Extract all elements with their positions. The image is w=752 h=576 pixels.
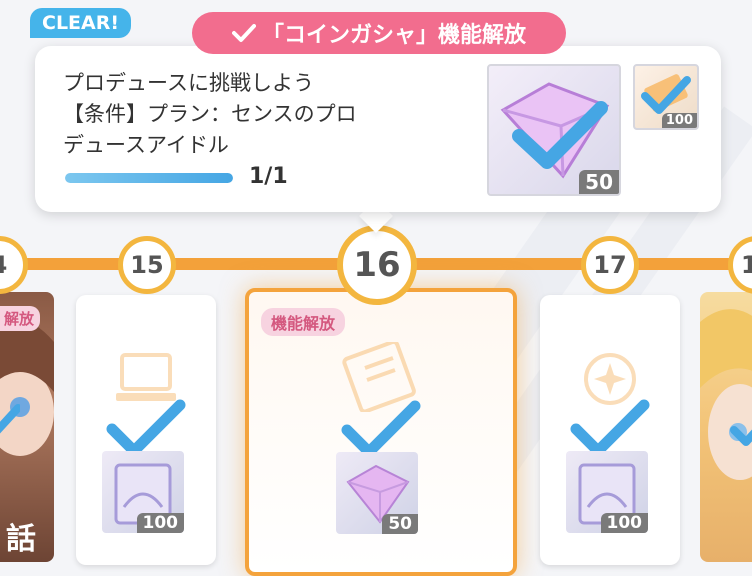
- card-17[interactable]: 100: [540, 295, 680, 565]
- claimed-check-icon: [106, 399, 186, 457]
- track-node-17[interactable]: 17: [581, 236, 639, 294]
- card-14-tag: 解放: [0, 306, 41, 331]
- reward-quantity: 50: [382, 514, 418, 534]
- mission-progress-text: 1/1: [249, 164, 288, 189]
- claimed-check-icon: [570, 399, 650, 457]
- card-18-portrait[interactable]: [700, 292, 752, 562]
- check-icon: [231, 24, 256, 42]
- clear-badge: CLEAR!: [30, 8, 132, 38]
- reward-item-gem[interactable]: 50: [336, 452, 418, 534]
- card-14-portrait[interactable]: 解放 話: [0, 292, 54, 562]
- mission-line-1: プロデュースに挑戦しよう: [63, 71, 314, 95]
- reward-item-card[interactable]: 100: [102, 451, 184, 533]
- mission-popup[interactable]: プロデュースに挑戦しよう 【条件】プラン：センスのプロ デュースアイドル 1/1…: [35, 46, 721, 212]
- track-node-15[interactable]: 15: [118, 236, 176, 294]
- track-node-16[interactable]: 16: [337, 225, 417, 305]
- mission-reward-quantity: 100: [661, 113, 697, 128]
- mission-line-2: 【条件】プラン：センスのプロ: [63, 102, 357, 126]
- mission-progress-fill: [65, 173, 233, 183]
- card-15[interactable]: 100: [76, 295, 216, 565]
- mission-reward-ticket[interactable]: 100: [633, 64, 699, 130]
- mission-line-3: デュースアイドル: [63, 133, 229, 157]
- track-node-14[interactable]: 4: [0, 236, 28, 294]
- feature-unlock-banner: 「コインガシャ」機能解放: [192, 12, 566, 54]
- mission-progress-bar: [65, 173, 233, 183]
- claimed-check-icon: [730, 426, 752, 446]
- mission-reward-gem[interactable]: 50: [487, 64, 621, 196]
- computer-icon: [116, 353, 176, 401]
- feature-unlock-text: 「コインガシャ」機能解放: [261, 23, 526, 48]
- mission-reward-quantity: 50: [579, 170, 619, 194]
- reward-quantity: 100: [600, 513, 648, 533]
- card-16[interactable]: 機能解放 50: [245, 288, 517, 576]
- mission-description: プロデュースに挑戦しよう 【条件】プラン：センスのプロ デュースアイドル: [63, 68, 423, 161]
- reward-item-card[interactable]: 100: [566, 451, 648, 533]
- claimed-check-icon: [341, 400, 421, 458]
- claimed-check-icon: [0, 404, 20, 434]
- reward-quantity: 100: [136, 513, 184, 533]
- card-16-tag: 機能解放: [261, 308, 346, 336]
- track-node-18[interactable]: 1: [728, 236, 752, 294]
- card-14-bottom-text: 話: [6, 522, 36, 557]
